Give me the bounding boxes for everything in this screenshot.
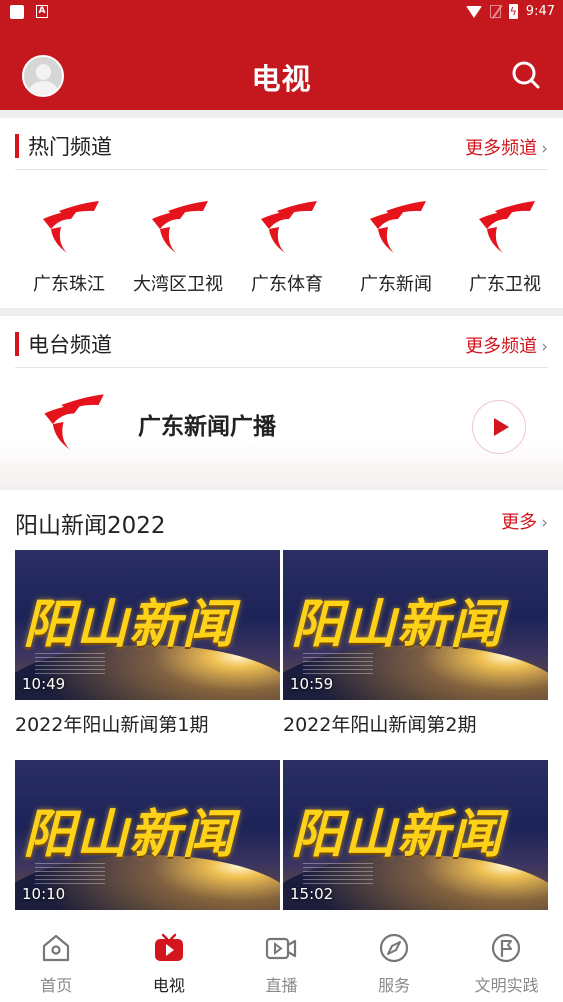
page-title: 电视: [251, 62, 312, 96]
chevron-right-icon: ›: [541, 513, 548, 533]
nav-item-civilization[interactable]: 文明实践: [450, 910, 563, 1002]
app-notification-icon: A: [36, 5, 48, 18]
section-title: 阳山新闻2022: [15, 513, 166, 539]
flag-circle-icon: [492, 933, 521, 963]
app-root: A 9:47 电视 热门频道 更多频道› 广东珠江: [0, 0, 563, 1002]
video-title[interactable]: 2022年阳山新闻第2期: [283, 710, 548, 737]
gdtv-logo-icon: [43, 201, 99, 253]
radio-item[interactable]: 广东新闻广播: [0, 376, 563, 486]
channel-item[interactable]: 广东卫视: [451, 182, 559, 302]
video-card[interactable]: 阳山新闻 10:59 2022年阳山新闻第2期: [283, 550, 548, 737]
channel-label: 广东体育: [251, 274, 323, 295]
battery-charging-icon: [508, 4, 518, 19]
nav-item-tv[interactable]: 电视: [113, 910, 226, 1002]
gdtv-logo-icon: [261, 201, 317, 253]
more-channels-link[interactable]: 更多频道 ›: [465, 134, 548, 160]
channel-label: 广东卫视: [469, 274, 541, 295]
app-header: 电视: [0, 26, 563, 110]
video-duration: 10:59: [290, 675, 334, 693]
thumbnail-title-art: 阳山新闻: [291, 805, 504, 865]
nav-label: 电视: [152, 976, 185, 995]
channel-label: 大湾区卫视: [133, 274, 223, 295]
channel-label: 广东珠江: [33, 274, 105, 295]
video-card[interactable]: 阳山新闻 10:10: [15, 760, 280, 910]
channel-item[interactable]: 广东体育: [233, 182, 341, 302]
channel-label: 广东新闻: [360, 274, 432, 295]
channel-item[interactable]: 大湾区卫视: [124, 182, 232, 302]
video-thumbnail[interactable]: 阳山新闻 10:59: [283, 550, 548, 700]
gdtv-logo-icon: [370, 201, 426, 253]
video-thumbnail[interactable]: 阳山新闻 10:10: [15, 760, 280, 910]
channel-item[interactable]: 广东新闻: [342, 182, 450, 302]
video-duration: 15:02: [290, 885, 334, 903]
notification-icon: [10, 5, 24, 19]
thumbnail-title-art: 阳山新闻: [291, 595, 504, 655]
tv-icon: [154, 933, 183, 961]
video-duration: 10:10: [22, 885, 66, 903]
section-marker: [15, 134, 19, 158]
gdtv-logo-icon: [44, 394, 104, 450]
compass-icon: [379, 933, 408, 963]
chevron-right-icon: ›: [541, 139, 548, 159]
hot-channels-section: 热门频道 更多频道 › 广东珠江 大湾区卫视 广东体育 广东新闻 广东卫视: [0, 118, 563, 308]
nav-item-service[interactable]: 服务: [338, 910, 451, 1002]
section-title: 电台频道: [28, 333, 112, 357]
more-radio-link[interactable]: 更多频道 ›: [465, 332, 548, 358]
video-thumbnail[interactable]: 阳山新闻 15:02: [283, 760, 548, 910]
thumbnail-title-art: 阳山新闻: [23, 805, 236, 865]
gdtv-logo-icon: [479, 201, 535, 253]
no-sim-icon: [489, 5, 501, 18]
play-button[interactable]: [472, 400, 526, 454]
live-video-icon: [266, 937, 297, 960]
home-icon: [42, 934, 70, 962]
radio-channels-section: 电台频道 更多频道 › 广东新闻广播: [0, 316, 563, 486]
news-section: 阳山新闻2022 更多 › 阳山新闻 10:49 2022年阳山新闻第1期 阳山新…: [0, 490, 563, 910]
thumbnail-title-art: 阳山新闻: [23, 595, 236, 655]
video-card[interactable]: 阳山新闻 10:49 2022年阳山新闻第1期: [15, 550, 280, 737]
gdtv-logo-icon: [152, 201, 208, 253]
wifi-icon: [465, 5, 482, 18]
search-icon[interactable]: [511, 60, 541, 90]
status-time: 9:47: [525, 4, 555, 19]
nav-label: 首页: [40, 976, 73, 995]
channel-item[interactable]: 广东珠江: [15, 182, 123, 302]
status-bar: A 9:47: [0, 0, 563, 26]
play-icon: [494, 418, 509, 436]
chevron-right-icon: ›: [541, 337, 548, 357]
nav-label: 文明实践: [474, 976, 539, 995]
nav-label: 直播: [265, 976, 298, 995]
section-marker: [15, 332, 19, 356]
bottom-nav: 首页 电视 直播 服务 文明实践: [0, 910, 563, 1002]
radio-name: 广东新闻广播: [138, 414, 276, 440]
video-duration: 10:49: [22, 675, 66, 693]
video-card[interactable]: 阳山新闻 15:02: [283, 760, 548, 910]
more-news-link[interactable]: 更多 ›: [501, 508, 548, 534]
video-title[interactable]: 2022年阳山新闻第1期: [15, 710, 280, 737]
nav-item-home[interactable]: 首页: [0, 910, 113, 1002]
video-thumbnail[interactable]: 阳山新闻 10:49: [15, 550, 280, 700]
section-title: 热门频道: [28, 135, 112, 159]
nav-item-live[interactable]: 直播: [225, 910, 338, 1002]
nav-label: 服务: [378, 976, 411, 995]
